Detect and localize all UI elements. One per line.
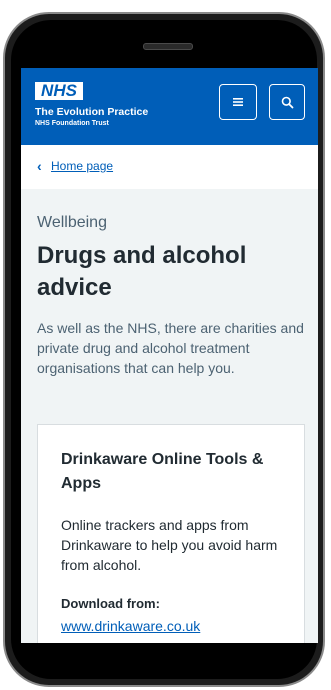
- resource-card: Drinkaware Online Tools & Apps Online tr…: [37, 424, 305, 643]
- nhs-logo[interactable]: NHS: [35, 82, 83, 100]
- card-description: Online trackers and apps from Drinkaware…: [61, 517, 278, 573]
- organisation-subtitle: NHS Foundation Trust: [35, 120, 109, 127]
- page-title: Drugs and alcohol advice: [37, 242, 247, 301]
- chevron-left-icon: ‹: [37, 158, 42, 174]
- app-screen: NHS The Evolution Practice NHS Foundatio…: [21, 68, 318, 643]
- hamburger-icon: [233, 98, 243, 106]
- breadcrumb-home-link[interactable]: Home page: [51, 159, 113, 173]
- menu-button[interactable]: [219, 84, 257, 120]
- organisation-name[interactable]: The Evolution Practice: [35, 106, 148, 118]
- phone-speaker: [143, 43, 193, 50]
- page-category: Wellbeing: [37, 214, 107, 231]
- drinkaware-link[interactable]: www.drinkaware.co.uk: [61, 618, 200, 634]
- card-download-label: Download from:: [61, 596, 160, 611]
- page-intro: As well as the NHS, there are charities …: [37, 320, 304, 376]
- card-title: Drinkaware Online Tools & Apps: [61, 451, 264, 492]
- search-icon: [281, 96, 293, 108]
- site-header: NHS The Evolution Practice NHS Foundatio…: [21, 68, 318, 145]
- search-button[interactable]: [269, 84, 305, 120]
